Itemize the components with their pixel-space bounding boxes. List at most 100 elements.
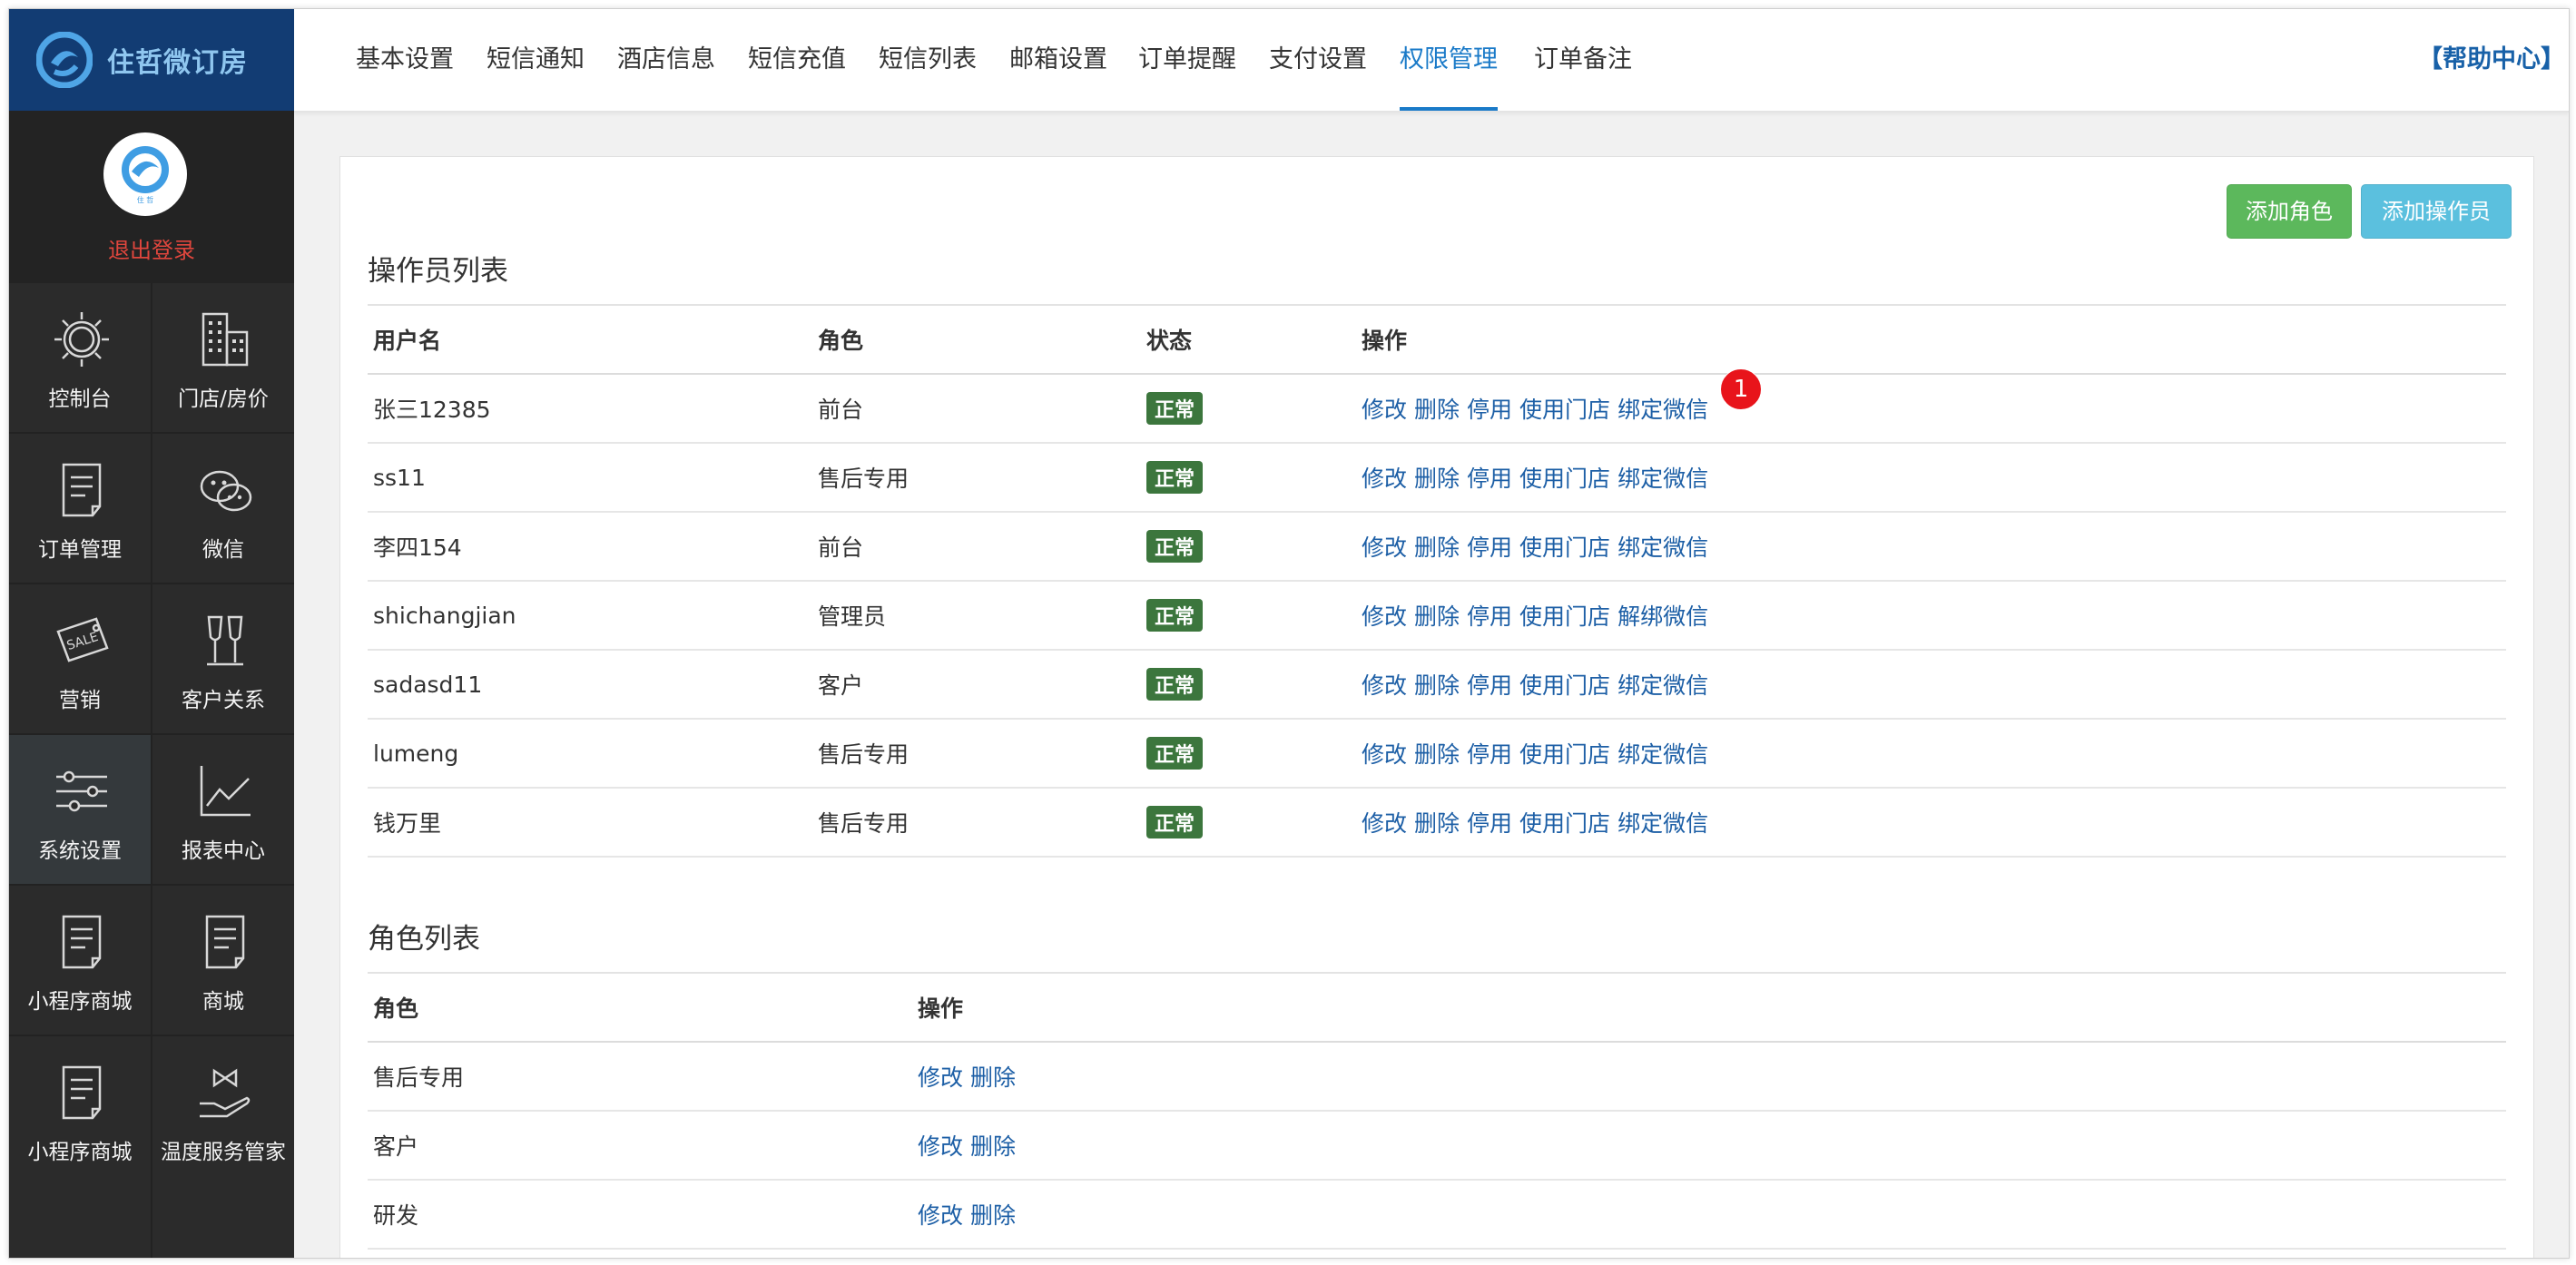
status-cell: 正常 <box>1141 374 1356 444</box>
row-action-link[interactable]: 解绑微信 <box>1617 603 1708 630</box>
row-action-link[interactable]: 停用 <box>1467 672 1512 699</box>
wechat-icon <box>200 470 252 512</box>
row-action-link[interactable]: 删除 <box>1414 603 1460 630</box>
tab-6[interactable]: 订单提醒 <box>1138 9 1236 111</box>
brand-header[interactable]: 住哲微订房 <box>9 9 294 111</box>
sidebar-item-11[interactable]: 温度服务管家 <box>152 1036 294 1185</box>
tab-8[interactable]: 权限管理 <box>1400 9 1498 111</box>
sidebar-item-0[interactable]: 控制台 <box>9 283 151 432</box>
row-action-link[interactable]: 修改 <box>1362 397 1407 423</box>
tab-2[interactable]: 酒店信息 <box>617 9 715 111</box>
row-action-link[interactable]: 停用 <box>1467 741 1512 768</box>
sidebar: 住哲微订房 住 哲 退出登录 控制台 门店/房价 订单管理 微信 SALE 营销 … <box>9 9 294 1258</box>
sidebar-item-4[interactable]: SALE 营销 <box>9 584 151 733</box>
add-operator-button[interactable]: 添加操作员 <box>2361 184 2512 239</box>
building-icon <box>202 312 249 367</box>
row-action-link[interactable]: 绑定微信 <box>1617 534 1708 561</box>
svg-text:SALE: SALE <box>65 630 101 653</box>
sidebar-item-label: 小程序商城 <box>27 1141 133 1164</box>
sale-tag-icon: SALE <box>56 617 109 662</box>
row-action-link[interactable]: 绑定微信 <box>1617 741 1708 768</box>
tab-0[interactable]: 基本设置 <box>356 9 454 111</box>
actions-cell: 修改 删除 停用 使用门店 绑定微信 <box>1356 374 2506 444</box>
row-action-link[interactable]: 绑定微信 <box>1617 810 1708 837</box>
row-action-link[interactable]: 删除 <box>1414 397 1460 423</box>
actions-cell: 修改 删除 停用 使用门店 绑定微信 <box>1356 719 2506 789</box>
actions-cell: 修改 删除 停用 使用门店 绑定微信 <box>1356 788 2506 858</box>
username-cell: 钱万里 <box>368 788 812 858</box>
sidebar-item-9[interactable]: 商城 <box>152 886 294 1035</box>
row-action-link[interactable]: 绑定微信 <box>1617 466 1708 492</box>
row-action-link[interactable]: 删除 <box>1414 810 1460 837</box>
role-name-cell: 研发 <box>368 1180 912 1250</box>
row-action-link[interactable]: 修改 <box>1362 603 1407 630</box>
sidebar-item-5[interactable]: 客户关系 <box>152 584 294 733</box>
sidebar-item-6[interactable]: 系统设置 <box>9 735 151 884</box>
tab-5[interactable]: 邮箱设置 <box>1009 9 1107 111</box>
row-action-link[interactable]: 使用门店 <box>1519 397 1610 423</box>
row-action-link[interactable]: 使用门店 <box>1519 534 1610 561</box>
row-action-link[interactable]: 删除 <box>1414 534 1460 561</box>
role-cell: 管理员 <box>812 581 1141 651</box>
sliders-icon <box>56 770 107 812</box>
status-cell: 正常 <box>1141 788 1356 858</box>
row-action-link[interactable]: 修改 <box>1362 810 1407 837</box>
column-header: 状态 <box>1141 304 1356 375</box>
sidebar-item-8[interactable]: 小程序商城 <box>9 886 151 1035</box>
sidebar-divider <box>151 283 152 1258</box>
row-action-link[interactable]: 修改 <box>1362 466 1407 492</box>
sidebar-item-2[interactable]: 订单管理 <box>9 434 151 583</box>
row-action-link[interactable]: 绑定微信 <box>1617 672 1708 699</box>
avatar[interactable]: 住 哲 <box>103 132 187 216</box>
row-action-link[interactable]: 删除 <box>970 1202 1016 1229</box>
tab-4[interactable]: 短信列表 <box>879 9 977 111</box>
row-action-link[interactable]: 停用 <box>1467 466 1512 492</box>
row-action-link[interactable]: 使用门店 <box>1519 810 1610 837</box>
row-action-link[interactable]: 修改 <box>918 1202 963 1229</box>
role-name-cell: 售后专用 <box>368 1042 912 1112</box>
row-action-link[interactable]: 修改 <box>918 1133 963 1160</box>
status-badge: 正常 <box>1146 668 1204 701</box>
status-cell: 正常 <box>1141 512 1356 582</box>
row-action-link[interactable]: 使用门店 <box>1519 466 1610 492</box>
tab-7[interactable]: 支付设置 <box>1269 9 1367 111</box>
add-role-button[interactable]: 添加角色 <box>2227 184 2352 239</box>
column-header: 角色 <box>368 972 912 1043</box>
tab-9[interactable]: 订单备注 <box>1534 9 1632 111</box>
sidebar-item-1[interactable]: 门店/房价 <box>152 283 294 432</box>
sidebar-item-3[interactable]: 微信 <box>152 434 294 583</box>
row-action-link[interactable]: 修改 <box>918 1064 963 1091</box>
row-action-link[interactable]: 删除 <box>1414 466 1460 492</box>
row-action-link[interactable]: 使用门店 <box>1519 741 1610 768</box>
row-action-link[interactable]: 停用 <box>1467 534 1512 561</box>
row-action-link[interactable]: 绑定微信 <box>1617 397 1708 423</box>
sidebar-item-label: 系统设置 <box>38 839 122 863</box>
sidebar-item-label: 报表中心 <box>182 839 265 863</box>
row-action-link[interactable]: 修改 <box>1362 672 1407 699</box>
row-action-link[interactable]: 使用门店 <box>1519 603 1610 630</box>
row-action-link[interactable]: 停用 <box>1467 810 1512 837</box>
username-cell: sadasd11 <box>368 650 812 720</box>
sidebar-item-7[interactable]: 报表中心 <box>152 735 294 884</box>
row-action-link[interactable]: 修改 <box>1362 741 1407 768</box>
row-action-link[interactable]: 删除 <box>970 1064 1016 1091</box>
status-badge: 正常 <box>1146 599 1204 632</box>
user-block: 住 哲 退出登录 <box>9 111 294 283</box>
role-cell: 售后专用 <box>812 443 1141 513</box>
row-action-link[interactable]: 使用门店 <box>1519 672 1610 699</box>
status-cell: 正常 <box>1141 581 1356 651</box>
document-icon <box>62 1065 102 1120</box>
notification-badge[interactable]: 1 <box>1720 368 1762 410</box>
row-action-link[interactable]: 停用 <box>1467 397 1512 423</box>
row-action-link[interactable]: 停用 <box>1467 603 1512 630</box>
logout-link[interactable]: 退出登录 <box>9 232 294 264</box>
sidebar-item-10[interactable]: 小程序商城 <box>9 1036 151 1185</box>
row-action-link[interactable]: 删除 <box>970 1133 1016 1160</box>
help-center-link[interactable]: 【帮助中心】 <box>2418 9 2565 111</box>
row-action-link[interactable]: 删除 <box>1414 672 1460 699</box>
role-cell: 前台 <box>812 374 1141 444</box>
tab-1[interactable]: 短信通知 <box>487 9 585 111</box>
tab-3[interactable]: 短信充值 <box>748 9 846 111</box>
row-action-link[interactable]: 删除 <box>1414 741 1460 768</box>
row-action-link[interactable]: 修改 <box>1362 534 1407 561</box>
